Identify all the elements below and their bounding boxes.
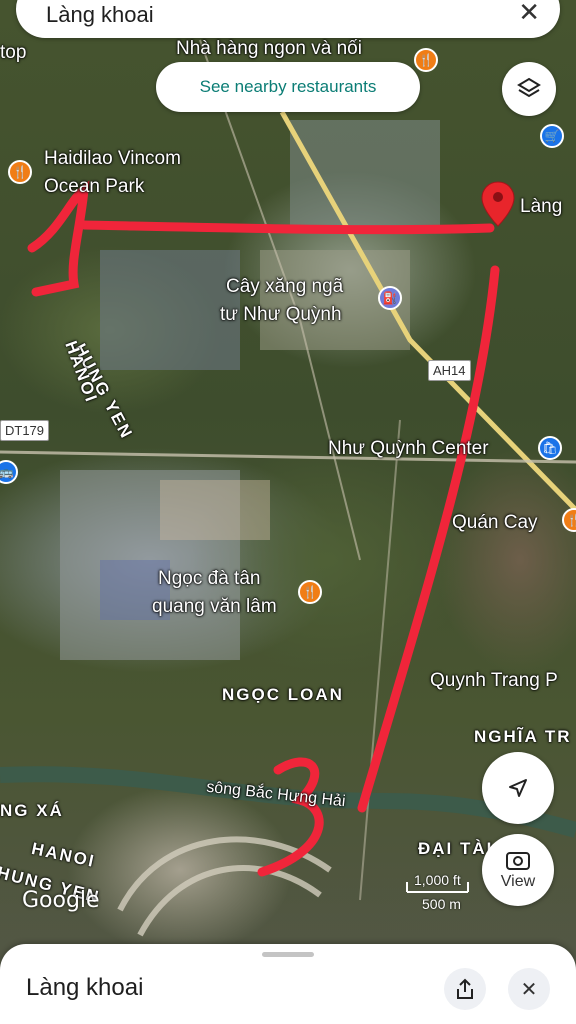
map-label: tư Như Quỳnh [220,304,342,325]
map-label: Làng [520,196,563,217]
scale-ft: 1,000 ft [414,872,461,888]
layers-button[interactable] [502,62,556,116]
nearby-restaurants-chip[interactable]: See nearby restaurants [156,62,420,112]
scale-bar: 1,000 ft 500 m [360,872,472,912]
map-label: NGHĨA TR [474,727,572,746]
restaurant-icon[interactable]: 🍴 [298,580,322,604]
map-label: Nhà hàng ngon và nối [176,38,362,59]
map-label: Như Quỳnh Center [328,438,489,459]
search-query[interactable]: Làng khoai [46,2,154,28]
scale-m: 500 m [422,896,461,912]
map-label: Quán Cay [452,512,538,533]
close-icon[interactable]: ✕ [518,0,540,28]
map-label: NG XÁ [0,801,64,820]
google-logo: Google [22,888,100,913]
highway-shield: DT179 [0,420,50,441]
map-label: Ngọc đà tân [158,568,261,589]
view-button[interactable]: View [482,834,554,906]
map-label: Cây xăng ngã [226,276,344,297]
gas-station-icon[interactable]: ⛽ [378,286,402,310]
map-label: quang văn lâm [152,596,277,617]
restaurant-icon[interactable]: 🍴 [414,48,438,72]
place-title: Làng khoai [26,974,144,1001]
store-icon[interactable]: 🛍 [538,436,562,460]
map-label: ĐẠI TÀI [418,839,494,858]
directions-button[interactable] [482,752,554,824]
search-bar[interactable]: Làng khoai ✕ [16,0,560,38]
share-icon [457,978,473,999]
camera-icon [506,852,530,870]
close-sheet-button[interactable]: ✕ [508,968,550,1010]
navigation-arrow-icon [509,779,527,797]
shopping-icon[interactable]: 🛒 [540,124,564,148]
drag-handle[interactable] [262,952,314,957]
map-label: Quynh Trang P [430,670,558,691]
map-label: top [0,42,27,63]
layers-icon [517,77,541,98]
location-pin-icon[interactable] [480,180,516,228]
close-icon: ✕ [520,978,538,1001]
bottom-sheet[interactable]: Làng khoai ✕ [0,944,576,1024]
restaurant-icon[interactable]: 🍴 [8,160,32,184]
highway-shield: AH14 [428,360,471,381]
share-button[interactable] [444,968,486,1010]
view-button-label: View [500,873,536,890]
map-label: Haidilao Vincom [44,148,181,169]
map-label: NGỌC LOAN [222,685,344,704]
map-label: Ocean Park [44,176,145,197]
